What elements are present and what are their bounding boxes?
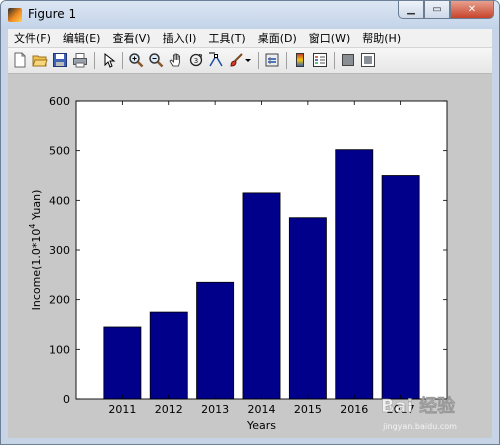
bar-2012[interactable] <box>149 311 188 400</box>
brush-icon[interactable] <box>228 52 244 68</box>
svg-text:3: 3 <box>194 57 198 65</box>
arrow-pointer-icon[interactable] <box>101 52 117 68</box>
y-tick-label: 600 <box>49 95 70 108</box>
watermark-url: jingyan.baidu.com <box>382 422 457 431</box>
x-tick-label: 2013 <box>201 403 229 416</box>
data-cursor-icon[interactable] <box>208 52 224 68</box>
y-axis-label: Income(1.0*104 Yuan) <box>28 190 43 311</box>
bar-2014[interactable] <box>242 192 281 400</box>
menu-insert[interactable]: 插入(I) <box>157 30 203 46</box>
x-tick-label: 2016 <box>340 403 368 416</box>
show-plot-tools-icon[interactable] <box>360 52 376 68</box>
y-tick-label: 500 <box>49 145 70 158</box>
menu-tools[interactable]: 工具(T) <box>202 30 251 46</box>
toolbar-separator <box>334 52 335 69</box>
menu-file[interactable]: 文件(F) <box>8 30 57 46</box>
link-plot-icon[interactable] <box>264 52 280 68</box>
print-icon[interactable] <box>72 52 88 68</box>
figure-toolbar: 3 <box>8 48 492 74</box>
bar-2013[interactable] <box>196 281 235 400</box>
menu-edit[interactable]: 编辑(E) <box>57 30 107 46</box>
bar-2017[interactable] <box>381 175 420 400</box>
toolbar-separator <box>286 52 287 69</box>
window-title: Figure 1 <box>28 7 77 21</box>
minimize-button[interactable]: ▁ <box>398 1 424 19</box>
x-tick-label: 2014 <box>248 403 276 416</box>
zoom-out-icon[interactable] <box>148 52 164 68</box>
menu-help[interactable]: 帮助(H) <box>356 30 407 46</box>
open-file-icon[interactable] <box>32 52 48 68</box>
y-tick-label: 300 <box>49 244 70 257</box>
x-axis-label: Years <box>246 419 276 432</box>
menu-desktop[interactable]: 桌面(D) <box>252 30 303 46</box>
toolbar-separator <box>258 52 259 69</box>
bar-2011[interactable] <box>103 326 142 400</box>
rotate-3d-icon[interactable]: 3 <box>188 52 204 68</box>
menu-bar: 文件(F) 编辑(E) 查看(V) 插入(I) 工具(T) 桌面(D) 窗口(W… <box>8 29 492 48</box>
close-button[interactable]: ✕ <box>450 1 494 19</box>
bar-2016[interactable] <box>335 149 374 400</box>
watermark-logo: Bai 经验 <box>381 395 456 417</box>
x-tick-label: 2011 <box>108 403 136 416</box>
new-figure-icon[interactable] <box>12 52 28 68</box>
save-icon[interactable] <box>52 52 68 68</box>
matlab-app-icon <box>8 8 22 22</box>
menu-window[interactable]: 窗口(W) <box>303 30 356 46</box>
bar-chart[interactable]: 2011 2012 2013 2014 2015 2016 2017010020030040… <box>8 74 492 438</box>
title-bar[interactable]: Figure 1 ▁ ▭ ✕ <box>1 1 499 29</box>
brush-dropdown-icon[interactable] <box>244 52 252 68</box>
caption-buttons: ▁ ▭ ✕ <box>398 1 494 20</box>
figure-window: Figure 1 ▁ ▭ ✕ 文件(F) 编辑(E) 查看(V) 插入(I) 工… <box>0 0 500 445</box>
y-tick-label: 400 <box>49 194 70 207</box>
y-tick-label: 0 <box>63 393 70 406</box>
figure-canvas: 2011 2012 2013 2014 2015 2016 2017 0 100 200 300 40… <box>8 74 492 438</box>
y-tick-label: 200 <box>49 294 70 307</box>
toolbar-separator <box>94 52 95 69</box>
legend-icon[interactable] <box>312 52 328 68</box>
colorbar-icon[interactable] <box>292 52 308 68</box>
y-tick-label: 100 <box>49 343 70 356</box>
menu-view[interactable]: 查看(V) <box>106 30 156 46</box>
zoom-in-icon[interactable] <box>128 52 144 68</box>
x-tick-label: 2012 <box>155 403 183 416</box>
bar-2015[interactable] <box>288 217 327 400</box>
pan-hand-icon[interactable] <box>168 52 184 68</box>
x-tick-label: 2015 <box>294 403 322 416</box>
toolbar-separator <box>122 52 123 69</box>
hide-plot-tools-icon[interactable] <box>340 52 356 68</box>
maximize-button[interactable]: ▭ <box>424 1 450 19</box>
